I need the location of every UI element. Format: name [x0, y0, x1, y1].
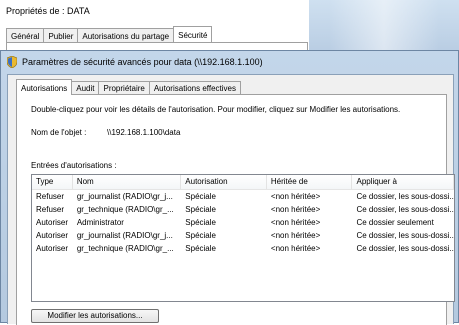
- cell-autorisation: Spéciale: [185, 192, 216, 201]
- window-title: Paramètres de sécurité avancés pour data…: [22, 57, 263, 67]
- table-row[interactable]: Autoriser Administrator Spéciale <non hé…: [32, 216, 454, 229]
- tab-general[interactable]: Général: [6, 28, 45, 42]
- column-header-autorisation[interactable]: Autorisation: [181, 175, 267, 189]
- cell-heritee-de: <non héritée>: [270, 205, 321, 214]
- table-row[interactable]: Autoriser gr_technique (RADIO\gr_... Spé…: [32, 242, 454, 255]
- permission-entries-list[interactable]: Type Nom Autorisation Héritée de Appliqu…: [31, 174, 455, 302]
- permissions-panel: Double-cliquez pour voir les détails de …: [16, 94, 455, 325]
- cell-autorisation: Spéciale: [185, 231, 216, 240]
- tab-autorisations-effectives[interactable]: Autorisations effectives: [148, 81, 241, 95]
- tab-strip: Autorisations Audit Propriétaire Autoris…: [16, 79, 241, 95]
- instructions-text: Double-cliquez pour voir les détails de …: [31, 105, 401, 114]
- properties-window-title: Propriétés de : DATA: [6, 6, 90, 16]
- modify-permissions-button[interactable]: Modifier les autorisations...: [31, 309, 159, 323]
- title-bar: Paramètres de sécurité avancés pour data…: [7, 55, 263, 69]
- cell-heritee-de: <non héritée>: [270, 192, 321, 201]
- cell-type: Autoriser: [36, 218, 69, 227]
- cell-appliquer-a: Ce dossier seulement: [356, 218, 434, 227]
- cell-nom: gr_journalist (RADIO\gr_j...: [76, 231, 173, 240]
- table-row[interactable]: Autoriser gr_journalist (RADIO\gr_j... S…: [32, 229, 454, 242]
- window-client: Autorisations Audit Propriétaire Autoris…: [7, 74, 455, 325]
- cell-nom: gr_journalist (RADIO\gr_j...: [76, 192, 173, 201]
- cell-heritee-de: <non héritée>: [270, 218, 321, 227]
- object-name-value: \\192.168.1.100\data: [107, 128, 181, 137]
- column-header-nom[interactable]: Nom: [73, 175, 182, 189]
- shield-icon: [7, 56, 17, 68]
- cell-autorisation: Spéciale: [185, 244, 216, 253]
- object-name-label: Nom de l'objet :: [31, 128, 87, 137]
- cell-appliquer-a: Ce dossier, les sous-dossi...: [356, 244, 454, 253]
- cell-type: Refuser: [36, 205, 65, 214]
- cell-nom: gr_technique (RADIO\gr_...: [76, 205, 174, 214]
- cell-appliquer-a: Ce dossier, les sous-dossi...: [356, 192, 454, 201]
- desktop-background: [309, 0, 459, 52]
- cell-type: Autoriser: [36, 244, 69, 253]
- advanced-security-window: Paramètres de sécurité avancés pour data…: [0, 50, 459, 325]
- table-row[interactable]: Refuser gr_technique (RADIO\gr_... Spéci…: [32, 203, 454, 216]
- column-header-type[interactable]: Type: [32, 175, 73, 189]
- tab-autorisations[interactable]: Autorisations: [16, 79, 73, 95]
- cell-heritee-de: <non héritée>: [270, 231, 321, 240]
- properties-tabs: Général Publier Autorisations du partage…: [6, 26, 213, 42]
- tab-proprietaire[interactable]: Propriétaire: [98, 81, 150, 95]
- cell-type: Autoriser: [36, 231, 69, 240]
- cell-appliquer-a: Ce dossier, les sous-dossi...: [356, 231, 454, 240]
- column-header-appliquer-a[interactable]: Appliquer à: [352, 175, 454, 189]
- cell-appliquer-a: Ce dossier, les sous-dossi...: [356, 205, 454, 214]
- tab-security[interactable]: Sécurité: [173, 26, 213, 42]
- tab-publier[interactable]: Publier: [43, 28, 79, 42]
- table-row[interactable]: Refuser gr_journalist (RADIO\gr_j... Spé…: [32, 190, 454, 203]
- tab-share-permissions[interactable]: Autorisations du partage: [77, 28, 175, 42]
- column-header-heritee-de[interactable]: Héritée de: [267, 175, 353, 189]
- cell-nom: Administrator: [76, 218, 124, 227]
- list-header: Type Nom Autorisation Héritée de Appliqu…: [32, 175, 454, 190]
- cell-type: Refuser: [36, 192, 65, 201]
- permission-entries-label: Entrées d'autorisations :: [31, 161, 117, 170]
- cell-heritee-de: <non héritée>: [270, 244, 321, 253]
- cell-autorisation: Spéciale: [185, 218, 216, 227]
- cell-nom: gr_technique (RADIO\gr_...: [76, 244, 174, 253]
- tab-audit[interactable]: Audit: [71, 81, 100, 95]
- cell-autorisation: Spéciale: [185, 205, 216, 214]
